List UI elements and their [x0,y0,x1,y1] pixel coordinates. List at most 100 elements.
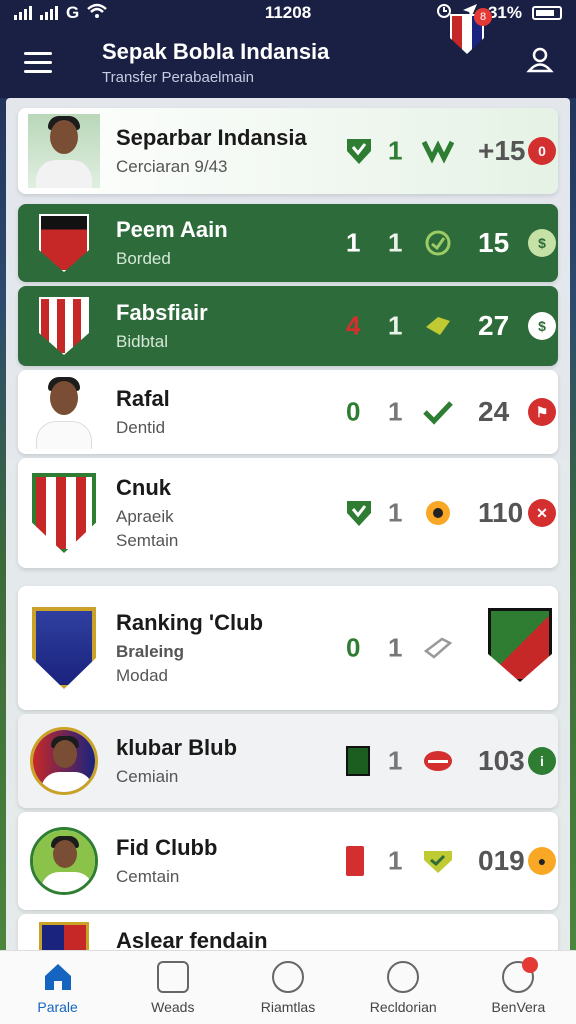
sync-icon: G [66,3,80,22]
item-name: Cnuk [116,475,171,500]
item-stat: 1 [388,135,403,166]
trend-icon [422,140,454,164]
item-subtitle: Cemiain [116,767,179,786]
avatar [28,114,100,188]
nav-item-recldorian[interactable]: Recldorian [346,951,461,1024]
ball-icon: ● [528,847,556,875]
item-name: Peem Aain [116,217,228,242]
nav-label: Parale [37,998,78,1015]
app-header: Sepak Bobla Indansia Transfer Perabaelma… [0,26,576,98]
edit-icon [387,960,420,993]
club-crest [28,607,100,689]
cell-signal-2-icon [40,6,58,20]
item-stat: 1 [388,845,403,876]
item-subtitle: Borded [116,249,171,268]
avatar [28,375,100,449]
club-list: Separbar Indansia Cerciaran 9/43 1 +15 0… [6,98,570,958]
item-score: 24 [478,396,510,427]
club-crest [28,290,100,362]
item-stat-a: 1 [346,227,361,258]
nav-label: Riamtlas [260,998,316,1015]
list-item[interactable]: Ranking 'Club Braleing Modad 0 1 [18,586,558,710]
item-score: 27 [478,310,510,341]
score-prefix: + [478,135,495,166]
alert-icon: 0 [528,137,556,165]
nav-label: Recldorian [369,998,437,1015]
profile-icon [502,956,539,993]
wifi-icon [87,3,108,24]
item-name: klubar Blub [116,735,238,760]
list-item[interactable]: Cnuk Apraeik Semtain 1 110 ✕ [18,458,558,568]
club-crest-button[interactable]: 8 [450,8,492,56]
alert-icon: ✕ [528,499,556,527]
item-name: Ranking 'Club [116,610,264,635]
club-crest [28,473,100,553]
item-stat-a: 0 [346,396,361,427]
item-subtitle: Bidbtal [116,332,168,351]
item-stat: 1 [388,396,403,427]
item-score: 110 [478,497,524,528]
item-score: 15 [494,135,526,166]
list-item[interactable]: klubar Blub Cemiain 1 103 i [18,714,558,808]
coin-icon: $ [528,312,556,340]
nav-item-weads[interactable]: Weads [115,951,230,1024]
header-titles: Sepak Bobla Indansia Transfer Perabaelma… [102,39,329,86]
nav-label: BenVera [491,998,546,1015]
battery-percent: 31% [487,3,522,22]
user-icon[interactable] [526,46,554,74]
item-name: Rafal [116,386,170,411]
notification-badge: 8 [474,8,492,26]
item-subtitle: Cemtain [116,867,180,886]
whistle-icon [424,751,452,771]
club-crest-icon [488,608,552,688]
item-subtitle: Braleing [116,642,185,661]
ball-icon [272,960,304,993]
alert-icon: ⚑ [528,398,556,426]
battery-icon [532,6,562,20]
item-stat-a: 0 [346,632,361,663]
nav-item-benvera[interactable]: BenVera [461,951,576,1024]
heart-icon [425,230,451,256]
notification-dot [522,956,539,973]
tag-outline-icon [423,637,453,659]
item-name: Fid Clubb [116,835,218,860]
check-icon [423,401,453,425]
item-stat: 1 [388,310,403,341]
red-card-icon [346,846,364,876]
page-title: Sepak Bobla Indansia [102,38,330,64]
list-item[interactable]: Fabsfiair Bidbtal 4 1 27 $ [18,286,558,366]
item-stat: 1 [388,227,403,258]
shield-check-icon [347,501,371,526]
cell-signal-icon [14,6,32,20]
avatar [28,825,100,897]
list-item[interactable]: Fid Clubb Cemtain 1 019 ● [18,812,558,910]
item-score: 15 [478,227,510,258]
list-item[interactable]: Rafal Dentid 0 1 24 ⚑ [18,370,558,454]
list-item[interactable]: Peem Aain Borded 1 1 15 $ [18,204,558,282]
item-detail: Modad [116,666,168,685]
list-item[interactable]: Separbar Indansia Cerciaran 9/43 1 +15 0 [18,108,558,194]
info-icon: i [528,747,556,775]
coin-icon: $ [528,229,556,257]
shield-check-icon [347,139,371,164]
bottom-nav: Parale Weads Riamtlas Recldorian BenVera [0,950,576,1024]
nav-item-home[interactable]: Parale [0,951,115,1024]
nav-item-riamtlas[interactable]: Riamtlas [230,951,345,1024]
card-icon [346,746,370,776]
ball-icon [426,501,450,525]
page-subtitle: Transfer Perabaelmain [102,68,255,86]
item-score: 103 [478,745,525,776]
menu-icon[interactable] [24,51,52,73]
item-subtitle: Apraeik [116,507,174,526]
item-score: 019 [478,845,525,876]
item-subtitle: Cerciaran 9/43 [116,157,228,176]
item-name: Fabsfiair [116,300,208,325]
tag-icon [426,317,450,335]
shield-badge-icon [424,851,452,873]
item-name: Separbar Indansia [116,125,307,150]
nav-label: Weads [151,998,195,1015]
item-stat: 1 [388,497,403,528]
club-crest [28,207,100,279]
item-stat-a: 4 [346,310,361,341]
item-subtitle: Dentid [116,418,166,437]
